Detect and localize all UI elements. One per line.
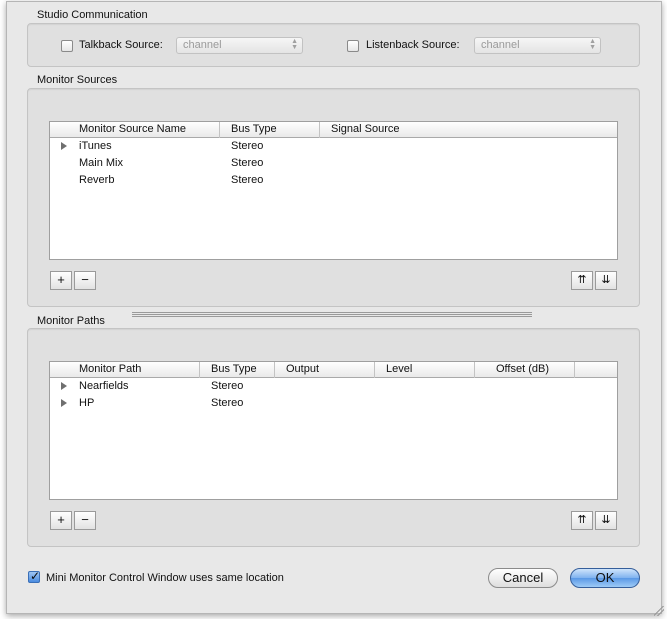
popup-arrows-icon: ▲ ▼ xyxy=(291,38,298,51)
source-name: Main Mix xyxy=(79,157,124,169)
column-header-bus-type[interactable]: Bus Type xyxy=(227,122,320,138)
table-row[interactable]: iTunes Stereo xyxy=(50,138,617,155)
popup-arrows-icon: ▲ ▼ xyxy=(589,38,596,51)
split-view-divider[interactable] xyxy=(132,312,532,317)
column-header-level[interactable]: Level xyxy=(382,362,475,378)
disclosure-triangle-icon[interactable] xyxy=(61,142,67,150)
path-name: HP xyxy=(79,397,95,409)
move-path-down-button[interactable]: ⇊ xyxy=(595,511,617,530)
table-row[interactable]: Nearfields Stereo xyxy=(50,378,617,395)
table-row[interactable]: HP Stereo xyxy=(50,395,617,412)
studio-communication-title: Studio Communication xyxy=(37,9,148,21)
remove-source-button[interactable]: − xyxy=(74,271,96,290)
monitor-paths-title: Monitor Paths xyxy=(37,315,105,327)
mini-monitor-label: Mini Monitor Control Window uses same lo… xyxy=(46,572,284,584)
table-row[interactable]: Main Mix Stereo xyxy=(50,155,617,172)
disclosure-triangle-icon[interactable] xyxy=(61,399,67,407)
listenback-source-value: channel xyxy=(481,39,520,51)
talkback-checkbox[interactable] xyxy=(61,40,73,52)
table-header: Monitor Path Bus Type Output Level Offse… xyxy=(50,362,617,378)
source-name: Reverb xyxy=(79,174,115,186)
column-header-monitor-path[interactable]: Monitor Path xyxy=(75,362,200,378)
listenback-checkbox[interactable] xyxy=(347,40,359,52)
path-name: Nearfields xyxy=(79,380,129,392)
table-header: Monitor Source Name Bus Type Signal Sour… xyxy=(50,122,617,138)
column-header-bus-type[interactable]: Bus Type xyxy=(207,362,275,378)
talkback-label: Talkback Source: xyxy=(79,39,163,51)
listenback-label: Listenback Source: xyxy=(366,39,460,51)
column-header-monitor-source-name[interactable]: Monitor Source Name xyxy=(75,122,220,138)
remove-path-button[interactable]: − xyxy=(74,511,96,530)
column-header-offset[interactable]: Offset (dB) xyxy=(492,362,575,378)
monitor-sources-table[interactable]: Monitor Source Name Bus Type Signal Sour… xyxy=(49,121,618,260)
monitor-sources-title: Monitor Sources xyxy=(37,74,118,86)
path-bus-type: Stereo xyxy=(211,397,244,409)
move-source-up-button[interactable]: ⇈ xyxy=(571,271,593,290)
source-name: iTunes xyxy=(79,140,112,152)
column-header-output[interactable]: Output xyxy=(282,362,375,378)
cancel-button[interactable]: Cancel xyxy=(488,568,558,588)
ok-button[interactable]: OK xyxy=(570,568,640,588)
table-row[interactable]: Reverb Stereo xyxy=(50,172,617,189)
talkback-source-value: channel xyxy=(183,39,222,51)
move-source-down-button[interactable]: ⇊ xyxy=(595,271,617,290)
talkback-source-popup[interactable]: channel ▲ ▼ xyxy=(176,37,303,54)
source-bus-type: Stereo xyxy=(231,157,264,169)
source-bus-type: Stereo xyxy=(231,140,264,152)
source-bus-type: Stereo xyxy=(231,174,264,186)
listenback-source-popup[interactable]: channel ▲ ▼ xyxy=(474,37,601,54)
checkmark-icon: ✓ xyxy=(30,569,41,583)
monitor-paths-table[interactable]: Monitor Path Bus Type Output Level Offse… xyxy=(49,361,618,500)
mini-monitor-checkbox[interactable]: ✓ xyxy=(28,569,41,583)
disclosure-triangle-icon[interactable] xyxy=(61,382,67,390)
move-path-up-button[interactable]: ⇈ xyxy=(571,511,593,530)
path-bus-type: Stereo xyxy=(211,380,244,392)
resize-grip-icon[interactable] xyxy=(654,606,664,616)
column-header-signal-source[interactable]: Signal Source xyxy=(327,122,617,138)
add-source-button[interactable]: + xyxy=(50,271,72,290)
add-path-button[interactable]: + xyxy=(50,511,72,530)
